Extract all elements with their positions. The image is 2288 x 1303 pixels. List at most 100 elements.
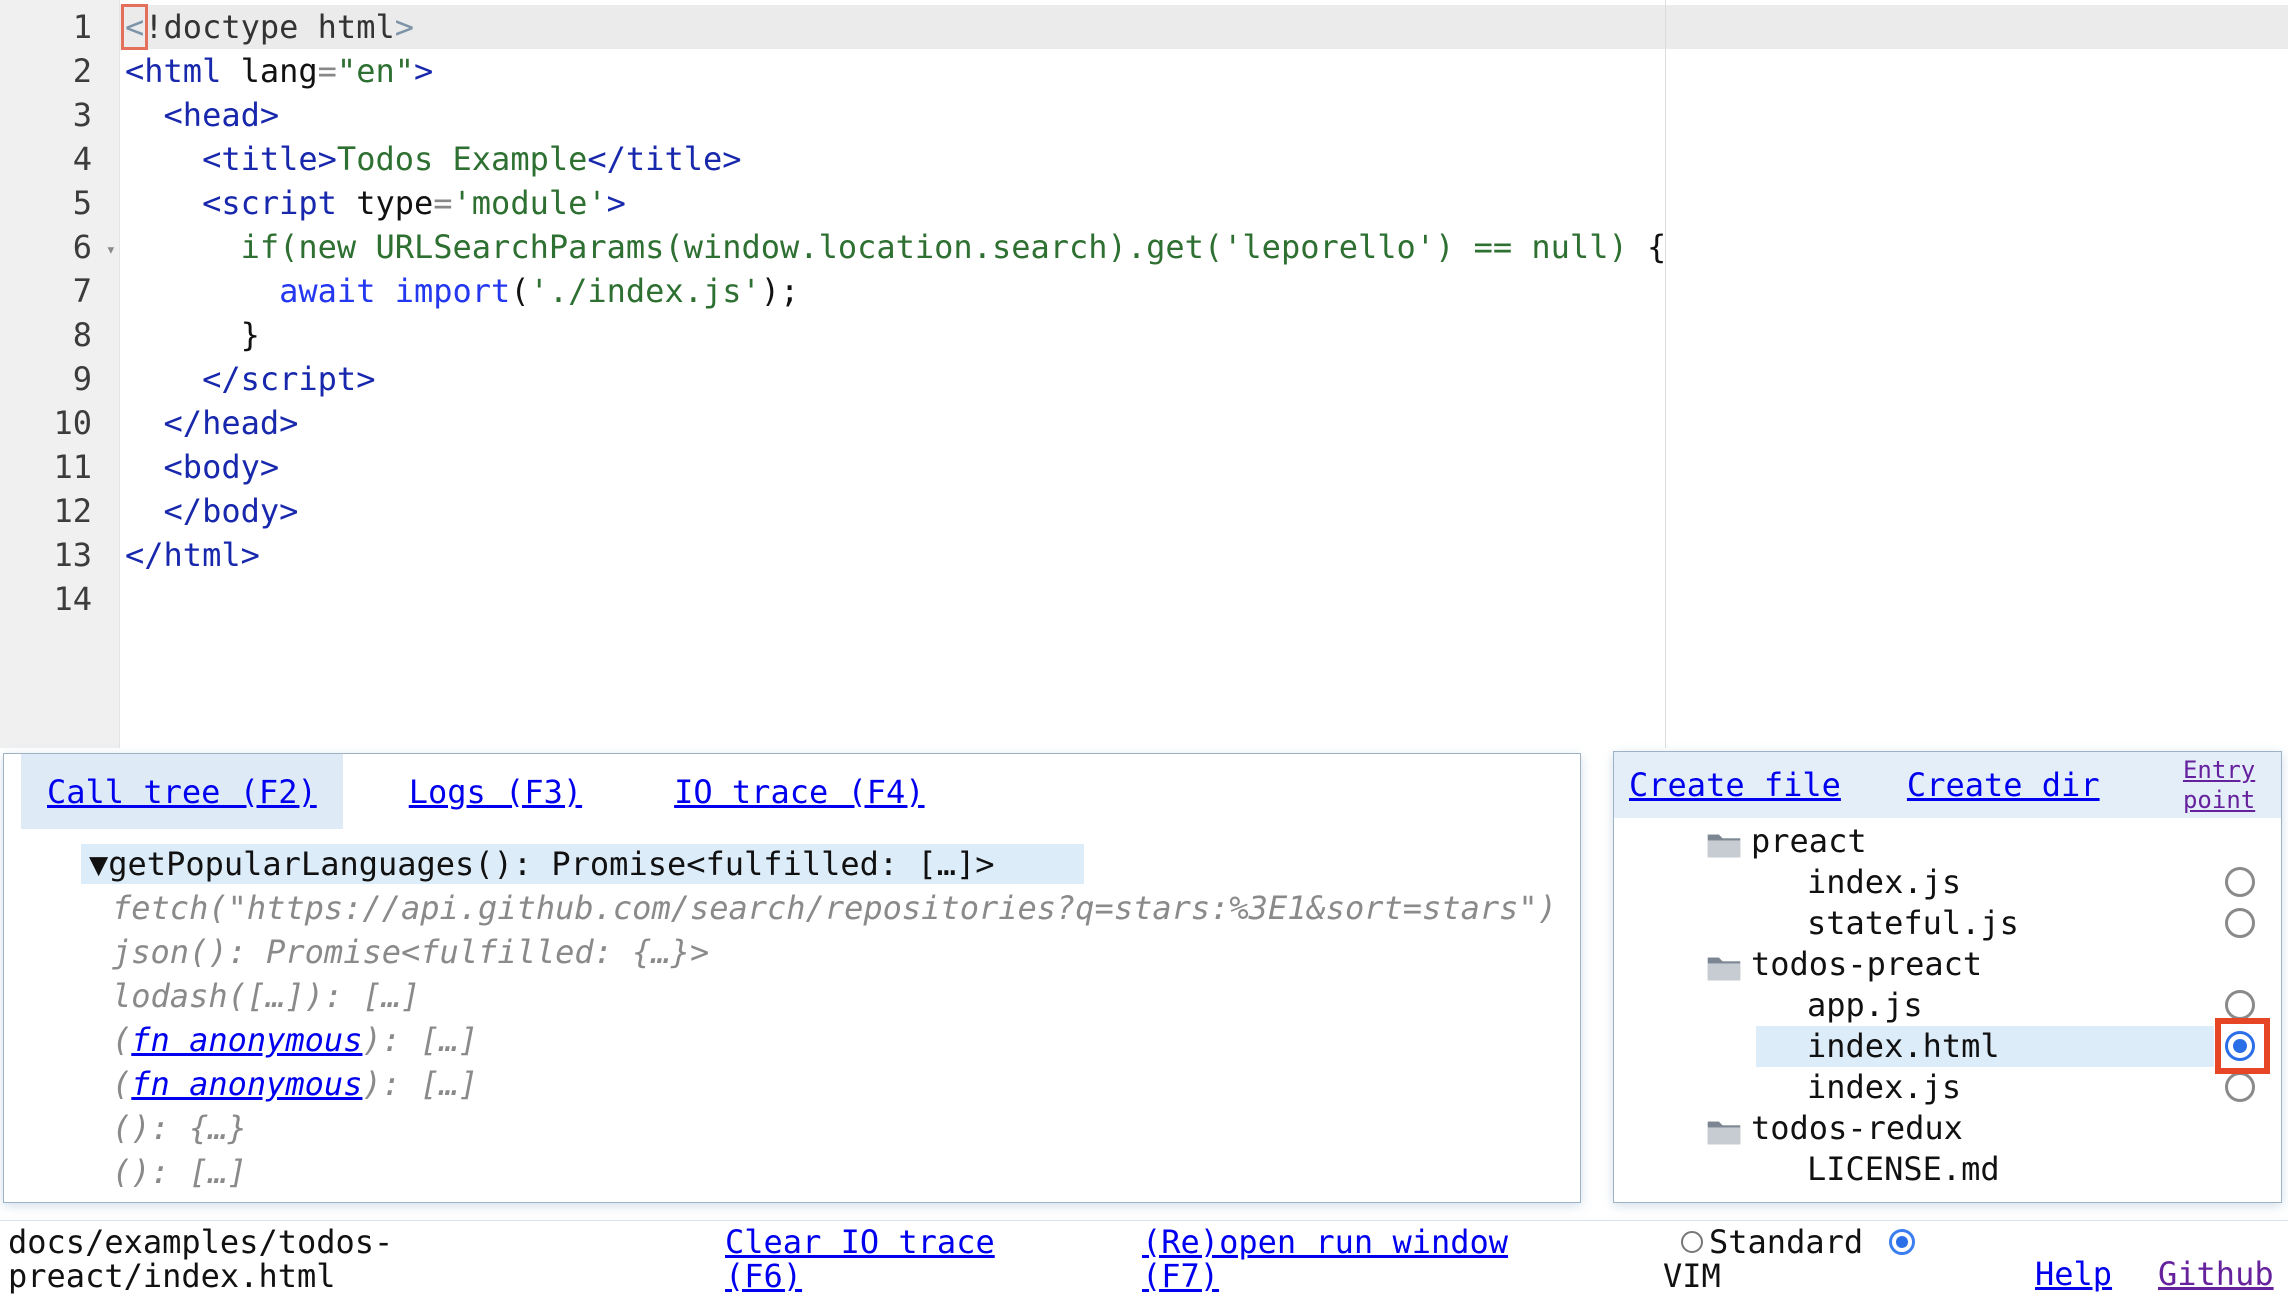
create-dir-link[interactable]: Create dir [1907,766,2100,804]
folder-row-todos-redux[interactable]: todos-redux [1614,1108,2281,1149]
fn-anonymous-link[interactable]: fn anonymous [131,1065,362,1103]
code-text: </body> [119,489,298,533]
folder-row-preact[interactable]: preact [1614,821,2281,862]
code-line-2[interactable]: 2<html lang="en"> [0,49,2288,93]
line-number: 8 [0,313,119,357]
status-bar: docs/examples/todos-preact/index.html Cl… [0,1220,2288,1303]
call-tree: ▼getPopularLanguages(): Promise<fulfille… [4,842,1580,1203]
code-line-13[interactable]: 13</html> [0,533,2288,577]
fn-anonymous-link[interactable]: fn anonymous [131,1021,362,1059]
code-line-11[interactable]: 11 <body> [0,445,2288,489]
call-tree-row[interactable]: (fn anonymous): […] [4,1062,1580,1106]
reopen-run-window-link[interactable]: (Re)open run window (F7) [1142,1223,1508,1295]
call-label: ): […] [362,1021,478,1059]
code-text [119,577,125,621]
line-number: 1 [0,5,119,49]
call-label: ): […] [362,1197,478,1203]
code-text: } [119,313,260,357]
entry-point-radio[interactable] [2225,990,2255,1020]
bracket-marker: < [125,8,144,46]
collapse-arrow-icon[interactable]: ▼ [89,845,108,883]
fn-anonymous-link[interactable]: fn anonymous [131,1197,362,1203]
github-link[interactable]: Github [2158,1255,2274,1293]
code-text: <script type='module'> [119,181,626,225]
call-label: ( [112,1021,131,1059]
editor-lines[interactable]: 1<!doctype html>2<html lang="en">3 <head… [0,5,2288,621]
file-name: todos-preact [1614,945,1982,983]
file-name: index.js [1614,1068,1961,1106]
line-number: 5 [0,181,119,225]
entry-point-radio[interactable] [2225,908,2255,938]
tab-label: IO trace (F4) [674,773,924,811]
clear-io-trace-link[interactable]: Clear IO trace (F6) [725,1223,995,1295]
code-text: <!doctype html> [119,5,414,49]
code-editor[interactable]: 1<!doctype html>2<html lang="en">3 <head… [0,0,2288,748]
file-name: preact [1614,822,1867,860]
call-label: json(): Promise<fulfilled: {…}> [112,933,709,971]
call-tree-row[interactable]: fetch("https://api.github.com/search/rep… [4,886,1580,930]
code-line-8[interactable]: 8 } [0,313,2288,357]
call-label: ): […] [362,1065,478,1103]
entry-point-link[interactable]: Entry point [2183,755,2261,815]
code-line-7[interactable]: 7 await import('./index.js'); [0,269,2288,313]
call-label: (): {…} [112,1109,247,1147]
create-file-link[interactable]: Create file [1629,766,1841,804]
code-text: await import('./index.js'); [119,269,799,313]
call-tree-row[interactable]: ▼getPopularLanguages(): Promise<fulfille… [4,842,1580,886]
panel-tabs: Call tree (F2) Logs (F3) IO trace (F4) [4,754,1580,829]
call-tree-row[interactable]: (): […] [4,1150,1580,1194]
current-file-path: docs/examples/todos-preact/index.html [8,1225,403,1293]
file-row-stateful.js[interactable]: stateful.js [1614,903,2281,944]
file-row-app.js[interactable]: app.js [1614,985,2281,1026]
help-link[interactable]: Help [2035,1255,2112,1293]
file-tree: preactindex.jsstateful.jstodos-preactapp… [1614,818,2281,1190]
code-line-10[interactable]: 10 </head> [0,401,2288,445]
call-tree-row[interactable]: (): {…} [4,1106,1580,1150]
code-line-12[interactable]: 12 </body> [0,489,2288,533]
file-name: stateful.js [1614,904,2019,942]
call-tree-row[interactable]: (fn anonymous): […] [4,1194,1580,1203]
fold-arrow-icon[interactable]: ▾ [106,228,116,272]
file-panel: Create file Create dir Entry point preac… [1613,751,2282,1203]
file-panel-header: Create file Create dir Entry point [1614,752,2281,818]
call-tree-row[interactable]: json(): Promise<fulfilled: {…}> [4,930,1580,974]
entry-point-marker [2215,1018,2270,1074]
code-line-5[interactable]: 5 <script type='module'> [0,181,2288,225]
code-line-6[interactable]: 6▾ if(new URLSearchParams(window.locatio… [0,225,2288,269]
vim-mode-radio[interactable] [1889,1229,1915,1255]
code-line-9[interactable]: 9 </script> [0,357,2288,401]
code-text: <body> [119,445,279,489]
tab-io-trace[interactable]: IO trace (F4) [648,754,950,829]
file-row-index.js[interactable]: index.js [1614,1067,2281,1108]
file-row-LICENSE.md[interactable]: LICENSE.md [1614,1149,2281,1190]
line-number: 3 [0,93,119,137]
line-number: 2 [0,49,119,93]
line-number: 6▾ [0,225,119,269]
call-label: getPopularLanguages(): Promise<fulfilled… [108,845,994,883]
tab-logs[interactable]: Logs (F3) [383,754,608,829]
line-number: 11 [0,445,119,489]
call-tree-row[interactable]: lodash([…]): […] [4,974,1580,1018]
code-line-3[interactable]: 3 <head> [0,93,2288,137]
tab-call-tree[interactable]: Call tree (F2) [21,754,343,829]
vim-mode-label[interactable]: VIM [1663,1257,1721,1295]
file-row-index.html[interactable]: index.html [1614,1026,2281,1067]
tab-label: Logs (F3) [409,773,582,811]
file-row-index.js[interactable]: index.js [1614,862,2281,903]
entry-point-radio[interactable] [2225,867,2255,897]
file-name: LICENSE.md [1614,1150,2000,1188]
line-number: 12 [0,489,119,533]
entry-point-radio[interactable] [2225,1072,2255,1102]
code-text: if(new URLSearchParams(window.location.s… [119,225,1666,269]
file-name: todos-redux [1614,1109,1963,1147]
standard-mode-radio[interactable] [1681,1231,1703,1253]
code-line-4[interactable]: 4 <title>Todos Example</title> [0,137,2288,181]
code-text: <title>Todos Example</title> [119,137,742,181]
file-name: index.html [1614,1027,2000,1065]
call-tree-row[interactable]: (fn anonymous): […] [4,1018,1580,1062]
standard-mode-label[interactable]: Standard [1709,1225,1863,1259]
line-number: 9 [0,357,119,401]
code-line-14[interactable]: 14 [0,577,2288,621]
folder-row-todos-preact[interactable]: todos-preact [1614,944,2281,985]
code-line-1[interactable]: 1<!doctype html> [0,5,2288,49]
